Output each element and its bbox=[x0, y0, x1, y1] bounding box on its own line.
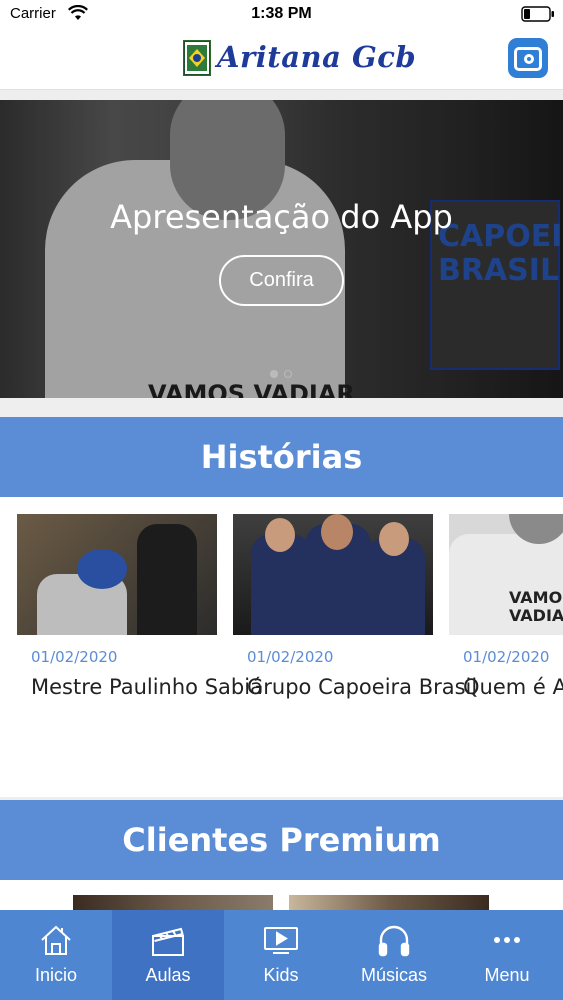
battery-icon bbox=[521, 6, 555, 22]
historia-card-date: 01/02/2020 bbox=[31, 648, 118, 666]
capoeira-brasil-logo bbox=[183, 40, 211, 76]
hero-title: Apresentação do App bbox=[110, 198, 453, 236]
instagram-icon[interactable] bbox=[508, 38, 548, 78]
headphones-icon bbox=[376, 922, 412, 958]
historia-card-date: 01/02/2020 bbox=[247, 648, 334, 666]
instagram-camera-body bbox=[514, 47, 542, 71]
historia-card-image: VAMOSVADIAR bbox=[449, 514, 563, 635]
clapperboard-icon bbox=[150, 922, 186, 958]
historia-card-date: 01/02/2020 bbox=[463, 648, 550, 666]
tab-musicas[interactable]: Músicas bbox=[338, 910, 450, 1000]
confira-button[interactable]: Confira bbox=[219, 255, 344, 306]
historia-card-title: Quem é Aritana bbox=[463, 675, 563, 699]
tab-label: Inicio bbox=[34, 965, 78, 985]
historia-card[interactable]: VAMOSVADIAR 01/02/2020 Quem é Aritana bbox=[449, 514, 563, 702]
clientes-premium-banner: Clientes Premium bbox=[0, 800, 563, 880]
app-header: Aritana Gcb bbox=[0, 30, 563, 90]
tab-aulas[interactable]: Aulas bbox=[112, 910, 224, 1000]
tab-menu[interactable]: Menu bbox=[451, 910, 563, 1000]
hero-carousel[interactable]: VAMOS VADIAR CAPOEIRA BRASIL Apresentaçã… bbox=[0, 100, 563, 398]
carousel-dot-active[interactable] bbox=[270, 370, 278, 378]
historia-card-image bbox=[17, 514, 217, 635]
home-icon bbox=[38, 922, 74, 958]
play-screen-icon bbox=[263, 922, 299, 958]
carousel-dot[interactable] bbox=[284, 370, 292, 378]
instagram-lens bbox=[524, 54, 534, 64]
more-dots-icon bbox=[489, 922, 525, 958]
status-bar: Carrier 1:38 PM bbox=[0, 0, 563, 30]
bottom-tab-bar: Inicio Aulas Kids Músicas Menu bbox=[0, 910, 563, 1000]
clock: 1:38 PM bbox=[251, 5, 312, 22]
historia-card-image bbox=[233, 514, 433, 635]
app-screen: Carrier 1:38 PM Aritana Gcb VAMOS VADIAR… bbox=[0, 0, 563, 1000]
tab-label: Kids bbox=[263, 965, 299, 985]
hero-overlay bbox=[0, 100, 563, 398]
historia-card[interactable]: 01/02/2020 Mestre Paulinho Sabiá bbox=[17, 514, 263, 702]
historias-carousel[interactable]: 01/02/2020 Mestre Paulinho Sabiá 01/02/2… bbox=[0, 497, 563, 797]
tab-label: Músicas bbox=[360, 965, 427, 985]
historias-banner: Histórias bbox=[0, 417, 563, 497]
app-title: Aritana Gcb bbox=[217, 40, 417, 74]
tab-label: Menu bbox=[484, 965, 530, 985]
tab-label: Aulas bbox=[145, 965, 191, 985]
tab-inicio[interactable]: Inicio bbox=[0, 910, 112, 1000]
tab-kids[interactable]: Kids bbox=[225, 910, 337, 1000]
historia-card[interactable]: 01/02/2020 Grupo Capoeira Brasil bbox=[233, 514, 477, 702]
